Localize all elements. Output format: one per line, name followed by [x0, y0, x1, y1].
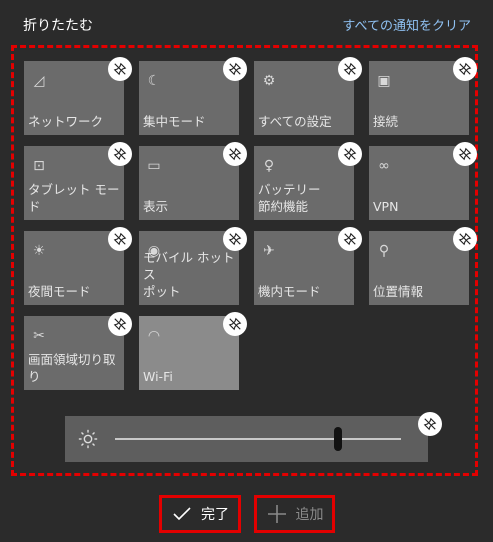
quick-action-label: すべての設定	[258, 114, 332, 129]
unpin-icon	[343, 232, 357, 246]
quick-action-tile[interactable]: ◠ Wi-Fi	[139, 312, 247, 390]
unpin-button[interactable]	[223, 57, 247, 81]
quick-action-label: 接続	[373, 114, 399, 129]
quick-action-tile[interactable]: ⚲ 位置情報	[369, 227, 477, 305]
quick-action-label: タブレット モード	[28, 182, 120, 214]
quick-action-label: 夜間モード	[28, 284, 91, 299]
done-label: 完了	[201, 507, 229, 523]
quick-action-label: 位置情報	[373, 284, 424, 299]
quick-action-tile[interactable]: ⊡ タブレット モード	[24, 142, 132, 220]
quick-action-tile[interactable]: ◉ モバイル ホットス ポット	[139, 227, 247, 305]
brightness-slider[interactable]	[115, 427, 401, 451]
done-button[interactable]: 完了	[159, 495, 241, 533]
quick-action-label: 集中モード	[143, 114, 206, 129]
network-icon: ◿	[33, 73, 45, 89]
brightness-sun-icon	[78, 429, 98, 449]
unpin-icon	[343, 62, 357, 76]
add-button[interactable]: 追加	[254, 495, 335, 533]
action-center-header: 折りたたむ すべての通知をクリア	[0, 0, 493, 44]
vpn-icon: ∞	[378, 158, 390, 174]
quick-action-tile[interactable]: ☀ 夜間モード	[24, 227, 132, 305]
gear-icon: ⚙	[262, 73, 276, 89]
unpin-icon	[113, 147, 127, 161]
unpin-button[interactable]	[108, 312, 132, 336]
quick-action-tile[interactable]: ⚙ すべての設定	[254, 57, 362, 135]
unpin-button[interactable]	[453, 57, 477, 81]
unpin-icon	[343, 147, 357, 161]
quick-action-label: Wi-Fi	[143, 369, 173, 384]
plus-icon	[266, 503, 288, 525]
brightness-slider-thumb[interactable]	[334, 427, 343, 451]
night-light-icon: ☀	[32, 243, 46, 259]
quick-action-label: 画面領域切り取 り	[28, 352, 116, 384]
quick-action-tile[interactable]: ✈ 機内モード	[254, 227, 362, 305]
collapse-link[interactable]: 折りたたむ	[23, 15, 93, 35]
quick-action-tile[interactable]: ▭ 表示	[139, 142, 247, 220]
unpin-button[interactable]	[223, 312, 247, 336]
quick-action-label: バッテリー 節約機能	[258, 182, 321, 214]
battery-saver-icon: ♀	[263, 158, 275, 174]
connect-icon: ▣	[377, 73, 391, 89]
snip-icon: ✂	[33, 328, 45, 344]
unpin-button[interactable]	[108, 142, 132, 166]
quick-action-tile[interactable]: ◿ ネットワーク	[24, 57, 132, 135]
unpin-button[interactable]	[223, 142, 247, 166]
unpin-icon	[458, 62, 472, 76]
unpin-brightness-button[interactable]	[418, 412, 442, 436]
quick-action-label: ネットワーク	[28, 114, 104, 129]
unpin-icon	[228, 147, 242, 161]
unpin-icon	[228, 232, 242, 246]
tablet-mode-icon: ⊡	[33, 158, 45, 174]
brightness-panel	[65, 412, 442, 462]
unpin-button[interactable]	[223, 227, 247, 251]
unpin-button[interactable]	[453, 142, 477, 166]
quick-action-tile[interactable]: ✂ 画面領域切り取 り	[24, 312, 132, 390]
unpin-icon	[423, 417, 437, 431]
unpin-button[interactable]	[108, 227, 132, 251]
unpin-icon	[113, 317, 127, 331]
unpin-icon	[458, 232, 472, 246]
unpin-button[interactable]	[338, 142, 362, 166]
quick-action-label: 機内モード	[258, 284, 321, 299]
quick-action-label: モバイル ホットス ポット	[143, 250, 235, 299]
unpin-button[interactable]	[108, 57, 132, 81]
unpin-button[interactable]	[338, 57, 362, 81]
add-label: 追加	[295, 507, 324, 523]
unpin-icon	[228, 317, 242, 331]
unpin-icon	[458, 147, 472, 161]
clear-all-notifications-link[interactable]: すべての通知をクリア	[342, 15, 471, 34]
quick-action-tile[interactable]: ♀ バッテリー 節約機能	[254, 142, 362, 220]
quick-action-tile[interactable]: ∞ VPN	[369, 142, 477, 220]
location-icon: ⚲	[378, 243, 390, 259]
checkmark-icon	[171, 503, 193, 525]
airplane-icon: ✈	[263, 243, 275, 259]
quick-action-tile[interactable]: ☾ 集中モード	[139, 57, 247, 135]
moon-icon: ☾	[147, 73, 161, 89]
project-icon: ▭	[147, 158, 161, 174]
unpin-icon	[113, 62, 127, 76]
quick-action-label: 表示	[143, 199, 169, 214]
unpin-icon	[113, 232, 127, 246]
quick-action-tile[interactable]: ▣ 接続	[369, 57, 477, 135]
unpin-button[interactable]	[338, 227, 362, 251]
unpin-icon	[228, 62, 242, 76]
quick-action-label: VPN	[373, 199, 399, 214]
wifi-icon: ◠	[147, 328, 161, 344]
unpin-button[interactable]	[453, 227, 477, 251]
